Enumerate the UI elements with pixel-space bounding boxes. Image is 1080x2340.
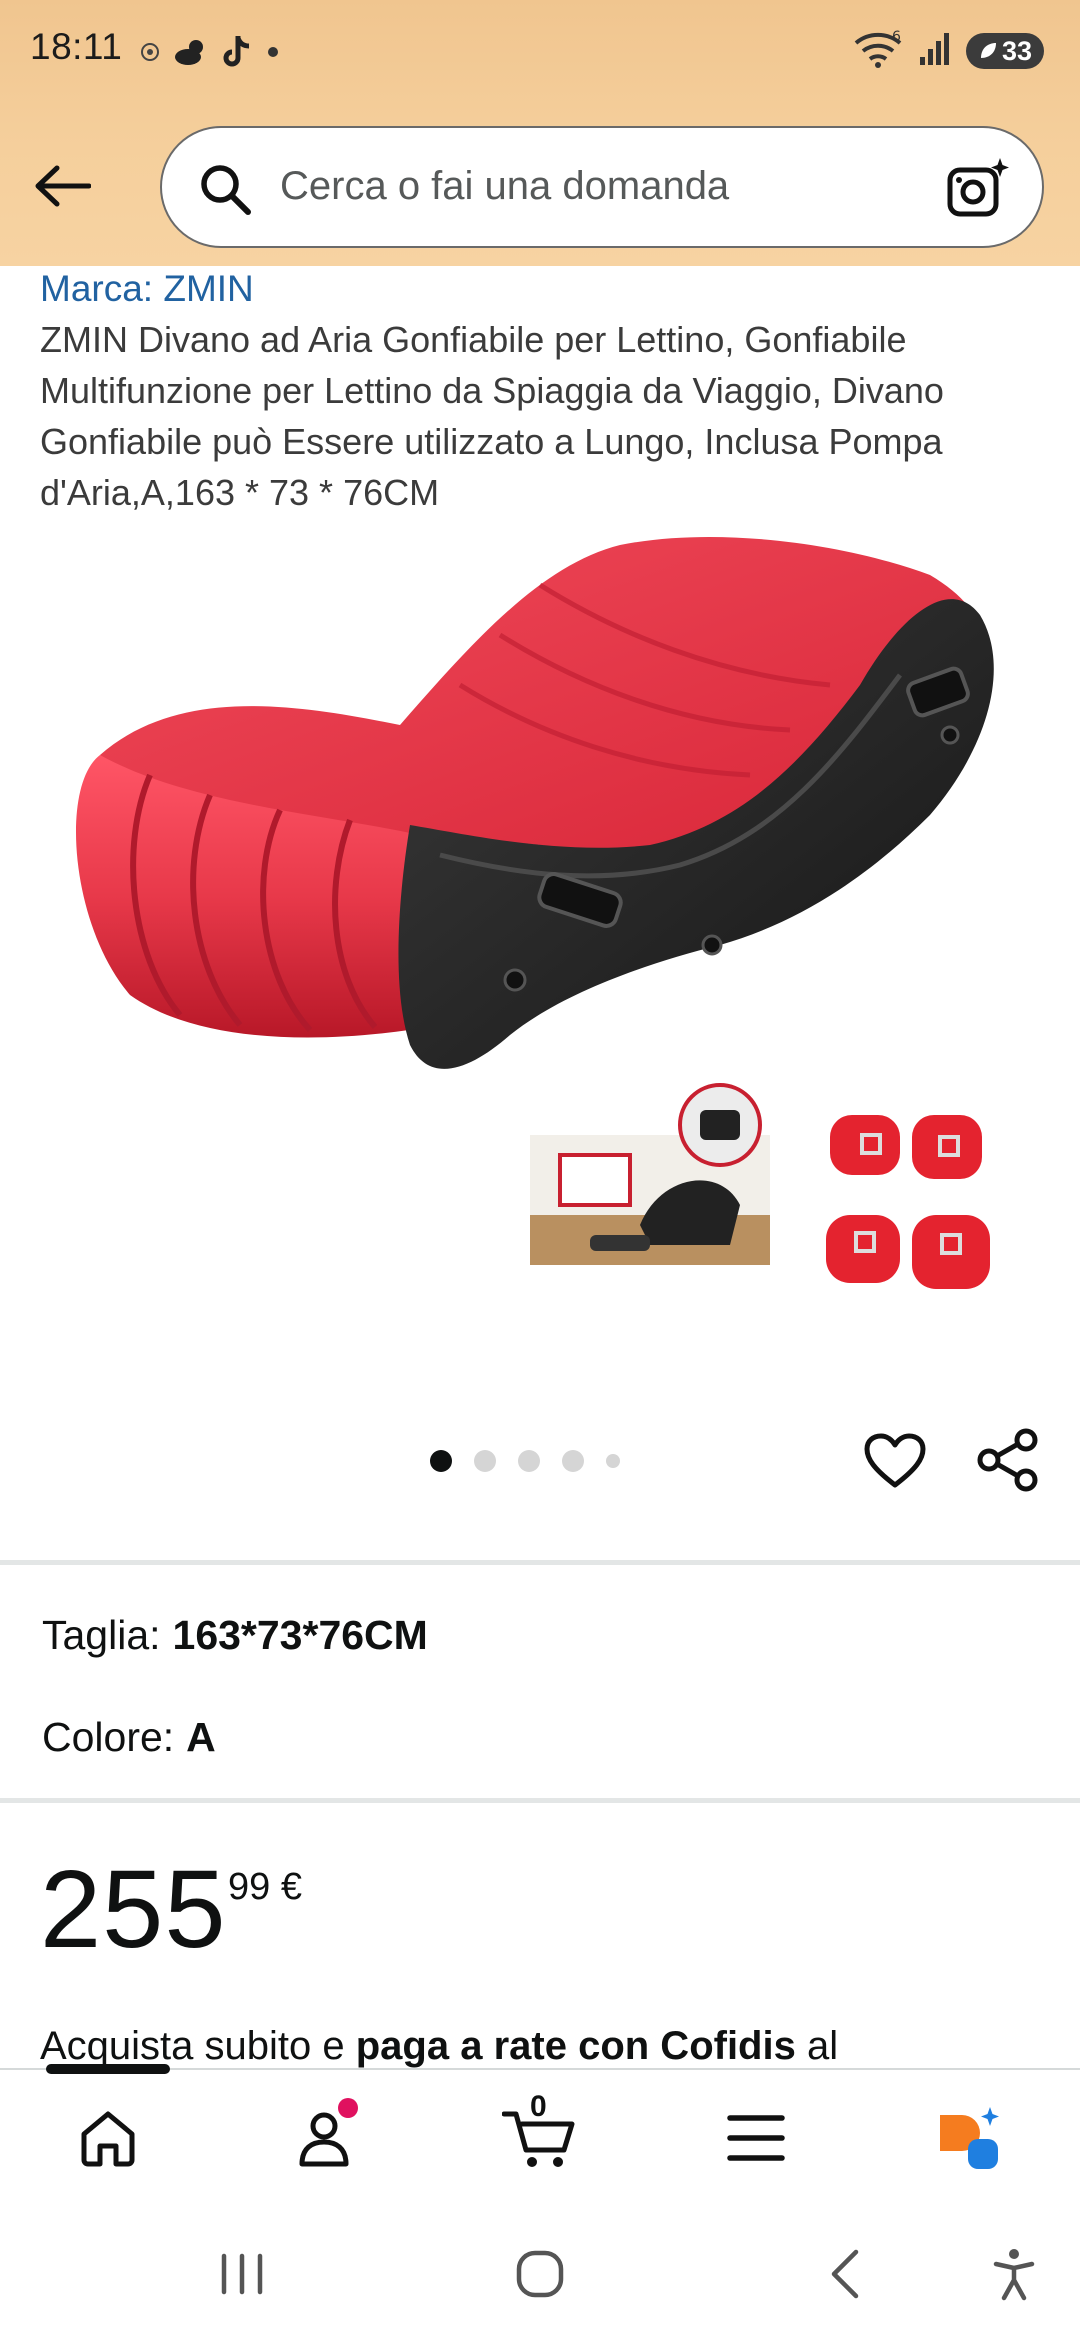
weather-icon xyxy=(172,37,210,67)
pagination-dot[interactable] xyxy=(474,1450,496,1472)
color-label: Colore: xyxy=(42,1714,175,1760)
battery-saver-icon xyxy=(980,43,996,58)
home-system-button[interactable] xyxy=(508,2242,572,2306)
nav-menu[interactable] xyxy=(716,2098,796,2178)
product-page: 18:11 6 33 Cerca o fai una domanda Marca… xyxy=(0,0,1080,2340)
heart-icon xyxy=(864,1433,926,1488)
pagination-dot[interactable] xyxy=(606,1454,620,1468)
pagination-dot[interactable] xyxy=(562,1450,584,1472)
cuffs-image xyxy=(826,1115,990,1289)
vpn-icon xyxy=(140,42,160,62)
size-selector[interactable]: Taglia: 163*73*76CM xyxy=(42,1610,428,1660)
pagination-dot-active[interactable] xyxy=(430,1450,452,1472)
arrow-left-icon xyxy=(35,165,91,207)
nav-account[interactable] xyxy=(284,2098,364,2178)
brand-link[interactable]: Marca: ZMIN xyxy=(40,266,254,312)
installments-bold[interactable]: paga a rate con Cofidis xyxy=(356,2024,796,2068)
top-header: 18:11 6 33 Cerca o fai una domanda xyxy=(0,0,1080,266)
status-right-icons: 6 33 xyxy=(852,28,1044,74)
price-fraction-currency: 99 € xyxy=(228,1866,302,1909)
search-bar[interactable]: Cerca o fai una domanda xyxy=(160,126,1044,248)
installments-promo[interactable]: Acquista subito e paga a rate con Cofidi… xyxy=(40,2020,1050,2072)
share-icon xyxy=(977,1428,1038,1492)
menu-icon xyxy=(727,2115,785,2161)
price-fraction: 99 xyxy=(228,1866,271,1908)
nav-cart[interactable]: 0 xyxy=(500,2090,580,2178)
size-value: 163*73*76CM xyxy=(172,1612,428,1658)
cart-count: 0 xyxy=(530,2090,547,2123)
active-tab-indicator xyxy=(46,2064,170,2074)
back-system-button[interactable] xyxy=(814,2242,878,2306)
size-label: Taglia: xyxy=(42,1612,161,1658)
recent-apps-button[interactable] xyxy=(210,2242,274,2306)
price: 255 99 € xyxy=(40,1848,302,1971)
image-pagination[interactable] xyxy=(430,1448,620,1474)
signal-icon xyxy=(918,31,952,72)
rufus-icon xyxy=(940,2107,999,2169)
battery-indicator: 33 xyxy=(966,33,1044,69)
notification-dot xyxy=(338,2098,358,2118)
battery-level: 33 xyxy=(1001,35,1033,66)
color-selector[interactable]: Colore: A xyxy=(42,1712,216,1762)
nav-rufus[interactable] xyxy=(930,2098,1010,2178)
tiktok-icon xyxy=(222,34,254,70)
nav-home[interactable] xyxy=(68,2098,148,2178)
installments-prefix: Acquista subito e xyxy=(40,2024,356,2068)
share-button[interactable] xyxy=(972,1424,1044,1496)
bottom-navigation: 0 xyxy=(0,2064,1080,2198)
status-bar: 18:11 6 33 xyxy=(0,0,1080,100)
home-button-icon xyxy=(516,2250,564,2298)
back-button[interactable] xyxy=(24,148,100,224)
search-icon xyxy=(201,165,251,215)
product-image-gallery[interactable] xyxy=(0,525,1080,1365)
recent-apps-icon xyxy=(221,2253,263,2295)
chevron-left-icon xyxy=(831,2249,859,2299)
search-input[interactable]: Cerca o fai una domanda xyxy=(280,164,729,209)
accessibility-button[interactable] xyxy=(982,2242,1046,2306)
status-left-icons xyxy=(140,30,280,74)
home-icon xyxy=(81,2111,135,2167)
wishlist-button[interactable] xyxy=(860,1426,930,1496)
system-navigation xyxy=(0,2198,1080,2340)
accessibility-icon xyxy=(993,2249,1035,2301)
camera-sparkle-icon[interactable] xyxy=(944,154,1014,224)
wifi-icon: 6 xyxy=(852,29,904,74)
dot-icon xyxy=(266,45,280,59)
color-value: A xyxy=(186,1714,216,1760)
section-divider xyxy=(0,1560,1080,1565)
product-image[interactable] xyxy=(0,525,1080,1365)
pagination-dot[interactable] xyxy=(518,1450,540,1472)
installments-suffix: al xyxy=(795,2024,839,2068)
wifi-badge: 6 xyxy=(892,29,901,45)
section-divider xyxy=(0,1798,1080,1803)
price-currency: € xyxy=(280,1866,302,1908)
product-title: ZMIN Divano ad Aria Gonfiabile per Letti… xyxy=(40,319,944,513)
status-time: 18:11 xyxy=(30,26,123,67)
price-whole: 255 xyxy=(40,1848,227,1971)
